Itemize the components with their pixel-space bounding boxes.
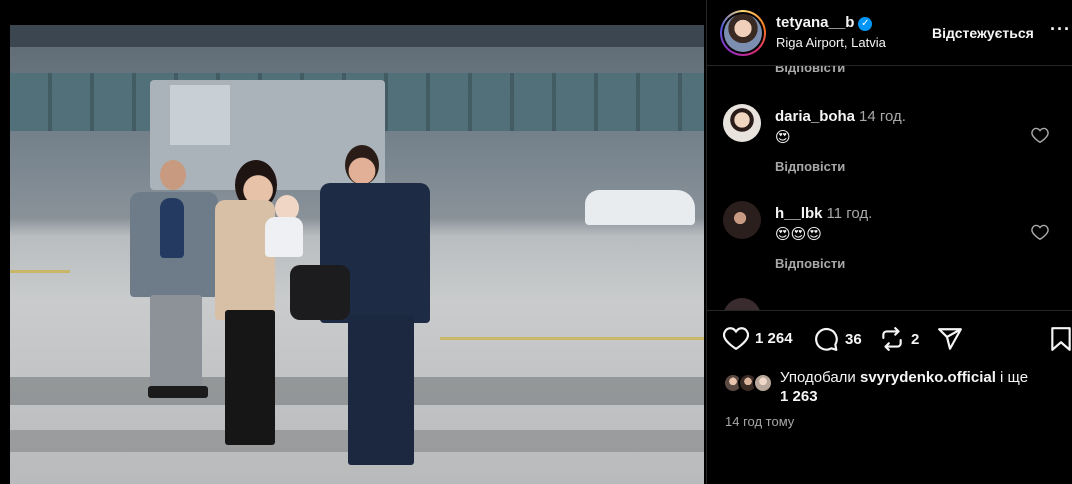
comment-header: daria_boha 14 год. — [775, 108, 906, 125]
comment-item: daria_boha 14 год. 😍 Відповісти — [707, 98, 1072, 192]
reply-button[interactable]: Відповісти — [775, 159, 845, 174]
bookmark-icon — [1051, 327, 1071, 351]
verified-badge-icon: ✓ — [858, 17, 873, 31]
commenter-username[interactable]: h__lbk — [775, 205, 823, 222]
comment-item: h__lbk 11 год. 😍😍😍 Відповісти — [707, 195, 1072, 289]
post-side-panel: tetyana__b ✓ Riga Airport, Latvia Відстеж… — [706, 0, 1072, 484]
share-button[interactable] — [937, 326, 963, 352]
likes-others-count[interactable]: 1 263 — [780, 388, 818, 405]
comments-list[interactable]: Відповісти daria_boha 14 год. 😍 Відповіст… — [707, 66, 1072, 310]
like-button[interactable]: 1 264 — [723, 326, 793, 350]
like-comment-heart-icon[interactable] — [1031, 224, 1049, 245]
commenter-username[interactable]: daria_boha — [775, 108, 855, 125]
author-avatar[interactable] — [720, 10, 766, 56]
heart-icon — [723, 327, 749, 350]
post-media-area — [0, 0, 706, 484]
liker-avatars — [723, 373, 775, 393]
following-button[interactable]: Відстежується — [932, 25, 1034, 41]
comment-header: h__lbk 11 год. — [775, 205, 872, 222]
tarmac-marking — [10, 270, 70, 273]
repost-button[interactable]: 2 — [879, 326, 919, 352]
comment-time: 14 год. — [859, 108, 906, 125]
reply-button[interactable]: Відповісти — [775, 256, 845, 271]
likes-suffix: і ще — [1000, 369, 1029, 386]
likes-prefix: Уподобали — [780, 369, 856, 386]
comment-text: 😍 — [775, 129, 791, 146]
comment-count[interactable]: 36 — [845, 331, 862, 348]
post-actions-bar: 1 264 36 2 — [707, 318, 1072, 364]
post-header: tetyana__b ✓ Riga Airport, Latvia Відстеж… — [707, 0, 1072, 66]
comment-time: 11 год. — [826, 205, 873, 222]
more-options-icon[interactable]: ··· — [1050, 19, 1071, 40]
save-button[interactable] — [1050, 326, 1072, 352]
author-username-text[interactable]: tetyana__b — [776, 14, 854, 31]
like-count[interactable]: 1 264 — [755, 330, 793, 347]
comment-button[interactable]: 36 — [813, 326, 862, 352]
likes-text: Уподобали svyrydenko.official і ще — [780, 368, 1070, 388]
post-timestamp[interactable]: 14 год тому — [725, 414, 794, 429]
reply-button[interactable]: Відповісти — [775, 66, 845, 75]
commenter-avatar[interactable] — [723, 104, 761, 142]
parked-car — [585, 190, 695, 225]
liker-username[interactable]: svyrydenko.official — [860, 369, 996, 386]
tarmac-marking — [440, 337, 704, 340]
post-location[interactable]: Riga Airport, Latvia — [776, 35, 886, 50]
repost-icon — [882, 327, 902, 351]
send-paper-plane-icon — [938, 328, 962, 350]
divider — [707, 310, 1072, 311]
commenter-avatar[interactable] — [723, 201, 761, 239]
comment-bubble-icon — [815, 327, 838, 351]
terminal-roof — [10, 25, 704, 47]
author-username[interactable]: tetyana__b ✓ — [776, 14, 873, 31]
jetbridge-cab — [170, 85, 230, 145]
comment-text: 😍😍😍 — [775, 226, 822, 243]
post-photo[interactable] — [10, 25, 704, 484]
commenter-avatar[interactable] — [723, 298, 761, 310]
like-comment-heart-icon[interactable] — [1031, 127, 1049, 148]
repost-count[interactable]: 2 — [911, 331, 919, 348]
